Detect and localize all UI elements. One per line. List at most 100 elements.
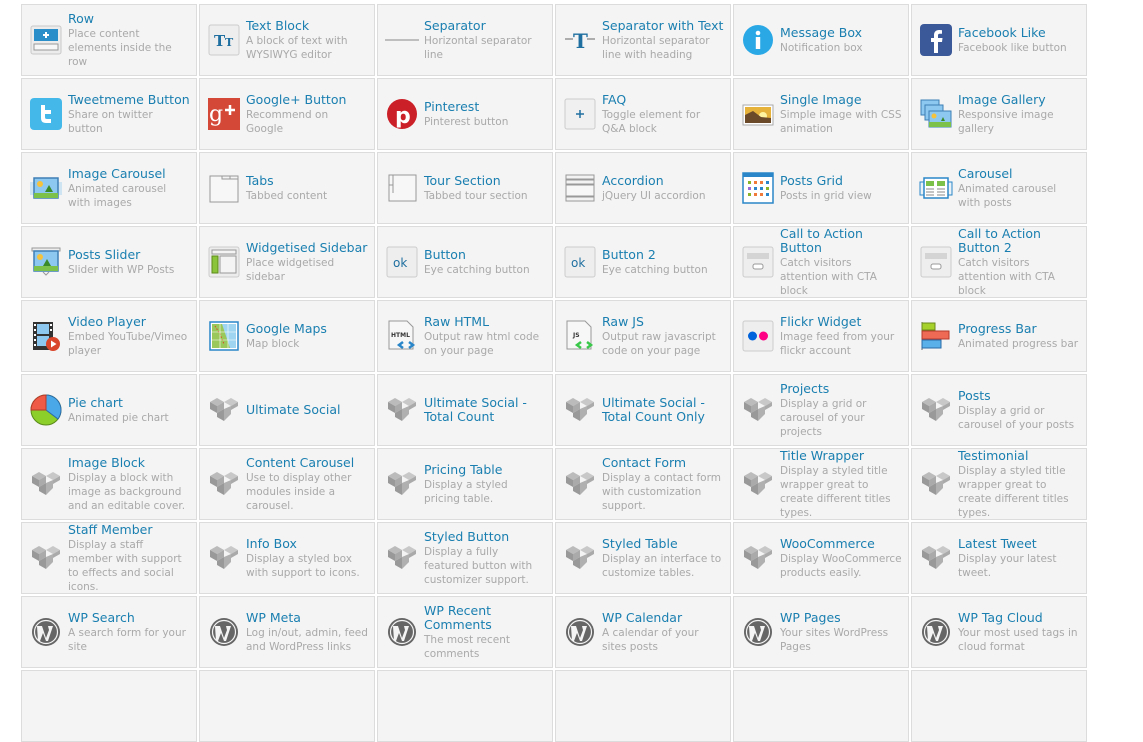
element-tile-wp-recent-comments[interactable]: WP Recent Comments The most recent comme… <box>377 596 553 668</box>
element-tile-wp-search[interactable]: WP Search A search form for your site <box>21 596 197 668</box>
element-title: Info Box <box>246 535 297 551</box>
wordpress-icon <box>385 615 419 649</box>
element-description: Display WooCommerce products easily. <box>780 552 902 579</box>
element-tile-separator[interactable]: Separator Horizontal separator line <box>377 4 553 76</box>
element-description: Posts in grid view <box>780 189 872 202</box>
element-tile-carousel[interactable]: Carousel Animated carousel with posts <box>911 152 1087 224</box>
element-description: Toggle element for Q&A block <box>602 108 701 135</box>
element-tile-image-carousel[interactable]: Image Carousel Animated carousel with im… <box>21 152 197 224</box>
toggle-plus-icon <box>563 97 597 131</box>
empty-icon <box>919 689 953 723</box>
element-description: Notification box <box>780 41 863 54</box>
element-tile-pricing-table[interactable]: Pricing Table Display a styled pricing t… <box>377 448 553 520</box>
element-tile-facebook-like[interactable]: Facebook Like Facebook like button <box>911 4 1087 76</box>
element-tile-call-to-action-button-2[interactable]: Call to Action Button 2 Catch visitors a… <box>911 226 1087 298</box>
element-tile-styled-button[interactable]: Styled Button Display a fully featured b… <box>377 522 553 594</box>
element-tile-progress-bar[interactable]: Progress Bar Animated progress bar <box>911 300 1087 372</box>
element-tile-flickr-widget[interactable]: Flickr Widget Image feed from your flick… <box>733 300 909 372</box>
element-title: Video Player <box>68 313 146 329</box>
element-tile-text-block[interactable]: TT Text Block A block of text with WYSIW… <box>199 4 375 76</box>
element-title: Projects <box>780 380 830 396</box>
element-tile-image-block[interactable]: Image Block Display a block with image a… <box>21 448 197 520</box>
element-tile-content-carousel[interactable]: Content Carousel Use to display other mo… <box>199 448 375 520</box>
element-tile-tweetmeme-button[interactable]: Tweetmeme Button Share on twitter button <box>21 78 197 150</box>
element-description: Slider with WP Posts <box>68 263 175 276</box>
element-text: Pricing Table Display a styled pricing t… <box>424 462 546 506</box>
element-tile-empty[interactable] <box>21 670 197 742</box>
element-tile-raw-html[interactable]: HTML Raw HTML Output raw html code on yo… <box>377 300 553 372</box>
element-tile-empty[interactable] <box>555 670 731 742</box>
element-tile-button-2[interactable]: ok Button 2 Eye catching button <box>555 226 731 298</box>
element-title: Styled Button <box>424 528 510 544</box>
element-tile-ultimate-social[interactable]: Ultimate Social <box>199 374 375 446</box>
element-tile-woocommerce[interactable]: WooCommerce Display WooCommerce products… <box>733 522 909 594</box>
element-tile-faq[interactable]: FAQ Toggle element for Q&A block <box>555 78 731 150</box>
element-tile-pie-chart[interactable]: Pie chart Animated pie chart <box>21 374 197 446</box>
element-tile-image-gallery[interactable]: Image Gallery Responsive image gallery <box>911 78 1087 150</box>
element-description: Display a styled title wrapper great to … <box>958 464 1069 519</box>
svg-text:HTML: HTML <box>391 332 410 339</box>
element-tile-button[interactable]: ok Button Eye catching button <box>377 226 553 298</box>
element-tile-empty[interactable] <box>911 670 1087 742</box>
svg-text:ok: ok <box>393 256 407 270</box>
vc-logo-icon <box>385 467 419 501</box>
vc-logo-icon <box>563 467 597 501</box>
element-title: Message Box <box>780 24 862 40</box>
element-tile-row[interactable]: Row Place content elements inside the ro… <box>21 4 197 76</box>
element-tile-tour-section[interactable]: Tour Section Tabbed tour section <box>377 152 553 224</box>
element-tile-staff-member[interactable]: Staff Member Display a staff member with… <box>21 522 197 594</box>
carousel-icon <box>919 171 953 205</box>
element-tile-empty[interactable] <box>377 670 553 742</box>
element-text: Accordion jQuery UI accordion <box>602 173 705 203</box>
element-text: Message Box Notification box <box>780 24 863 55</box>
element-tile-message-box[interactable]: Message Box Notification box <box>733 4 909 76</box>
element-tile-posts-grid[interactable]: Posts Grid Posts in grid view <box>733 152 909 224</box>
element-tile-google-maps[interactable]: Google Maps Map block <box>199 300 375 372</box>
element-tile-separator-with-text[interactable]: T Separator with Text Horizontal separat… <box>555 4 731 76</box>
element-text: Staff Member Display a staff member with… <box>68 522 190 594</box>
element-tile-wp-calendar[interactable]: WP Calendar A calendar of your sites pos… <box>555 596 731 668</box>
element-title: WP Meta <box>246 609 301 625</box>
video-icon <box>29 319 63 353</box>
separator-text-icon: T <box>563 23 597 57</box>
element-tile-pinterest[interactable]: p Pinterest Pinterest button <box>377 78 553 150</box>
wordpress-icon <box>741 615 775 649</box>
element-title: Progress Bar <box>958 320 1037 336</box>
element-tile-ultimate-social-total-count-only[interactable]: Ultimate Social - Total Count Only <box>555 374 731 446</box>
element-tile-tabs[interactable]: Tabs Tabbed content <box>199 152 375 224</box>
element-tile-ultimate-social-total-count[interactable]: Ultimate Social - Total Count <box>377 374 553 446</box>
element-tile-latest-tweet[interactable]: Latest Tweet Display your latest tweet. <box>911 522 1087 594</box>
empty-icon <box>385 689 419 723</box>
element-tile-wp-pages[interactable]: WP Pages Your sites WordPress Pages <box>733 596 909 668</box>
element-tile-google-button[interactable]: g Google+ Button Recommend on Google <box>199 78 375 150</box>
vc-logo-icon <box>563 393 597 427</box>
element-tile-posts[interactable]: Posts Display a grid or carousel of your… <box>911 374 1087 446</box>
element-tile-styled-table[interactable]: Styled Table Display an interface to cus… <box>555 522 731 594</box>
element-tile-video-player[interactable]: Video Player Embed YouTube/Vimeo player <box>21 300 197 372</box>
element-tile-posts-slider[interactable]: Posts Slider Slider with WP Posts <box>21 226 197 298</box>
element-tile-wp-meta[interactable]: WP Meta Log in/out, admin, feed and Word… <box>199 596 375 668</box>
element-tile-empty[interactable] <box>199 670 375 742</box>
element-tile-testimonial[interactable]: Testimonial Display a styled title wrapp… <box>911 448 1087 520</box>
element-title: Ultimate Social <box>246 402 341 417</box>
element-tile-wp-tag-cloud[interactable]: WP Tag Cloud Your most used tags in clou… <box>911 596 1087 668</box>
element-description: Display a grid or carousel of your proje… <box>780 397 867 438</box>
element-tile-single-image[interactable]: Single Image Simple image with CSS anima… <box>733 78 909 150</box>
element-tile-title-wrapper[interactable]: Title Wrapper Display a styled title wra… <box>733 448 909 520</box>
element-tile-empty[interactable] <box>733 670 909 742</box>
element-title: Styled Table <box>602 535 678 551</box>
posts-slider-icon <box>29 245 63 279</box>
element-tile-projects[interactable]: Projects Display a grid or carousel of y… <box>733 374 909 446</box>
element-title: Contact Form <box>602 454 687 470</box>
element-tile-widgetised-sidebar[interactable]: Widgetised Sidebar Place widgetised side… <box>199 226 375 298</box>
element-description: Eye catching button <box>424 263 530 276</box>
wordpress-icon <box>919 615 953 649</box>
element-title: Raw HTML <box>424 313 490 329</box>
element-tile-contact-form[interactable]: Contact Form Display a contact form with… <box>555 448 731 520</box>
element-tile-accordion[interactable]: Accordion jQuery UI accordion <box>555 152 731 224</box>
svg-text:ok: ok <box>571 256 585 270</box>
element-tile-raw-js[interactable]: JS Raw JS Output raw javascript code on … <box>555 300 731 372</box>
element-text: WooCommerce Display WooCommerce products… <box>780 536 902 580</box>
element-tile-info-box[interactable]: Info Box Display a styled box with suppo… <box>199 522 375 594</box>
element-tile-call-to-action-button[interactable]: Call to Action Button Catch visitors att… <box>733 226 909 298</box>
